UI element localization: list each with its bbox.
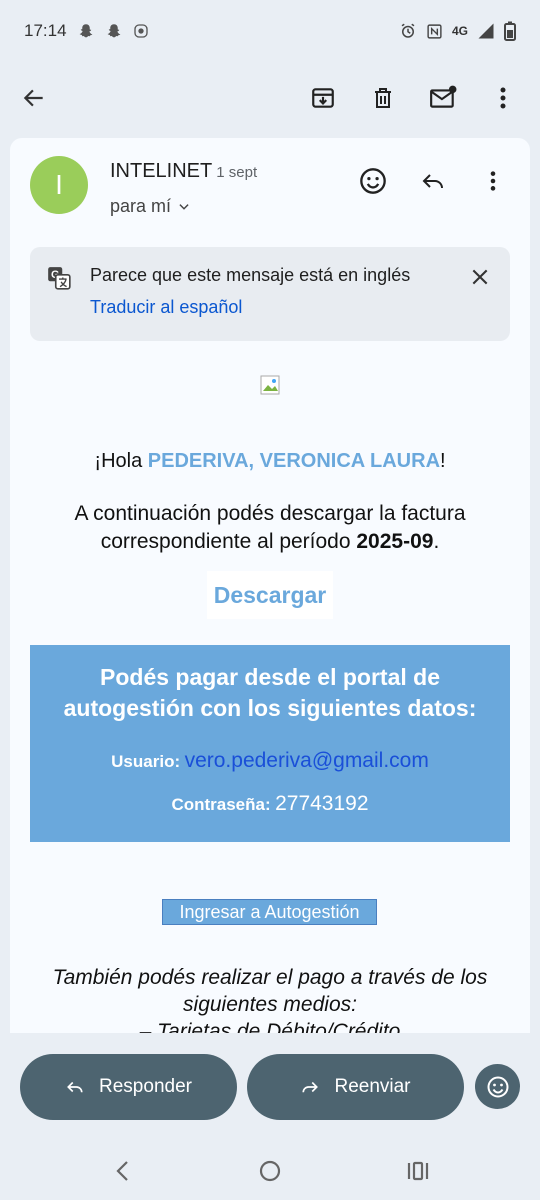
emoji-icon[interactable] xyxy=(356,164,390,198)
user-row: Usuario: vero.pederiva@gmail.com xyxy=(30,749,510,773)
portal-info-box: Podés pagar desde el portal de autogesti… xyxy=(30,645,510,842)
record-icon xyxy=(133,23,149,39)
autogestion-button[interactable]: Ingresar a Autogestión xyxy=(162,899,377,925)
reply-icon xyxy=(65,1078,85,1096)
also-line-3: – Tarjetas de Débito/Crédito xyxy=(139,1020,401,1033)
more-vert-icon[interactable] xyxy=(476,164,510,198)
forward-label: Reenviar xyxy=(334,1076,411,1097)
status-bar: 17:14 4G xyxy=(0,0,540,62)
alarm-icon xyxy=(399,22,417,40)
arrow-back-icon[interactable] xyxy=(14,78,54,118)
system-nav-bar xyxy=(0,1143,540,1200)
recipient-label: para mí xyxy=(110,196,172,216)
bottom-action-bar: Responder Reenviar xyxy=(0,1033,540,1143)
also-line-1: También podés realizar el pago a través … xyxy=(52,966,488,989)
chevron-down-icon xyxy=(177,200,191,214)
intro-line-2-wrap: correspondiente al período 2025-09. xyxy=(30,528,510,556)
snapchat-icon xyxy=(105,22,123,40)
portal-title-line-2: autogestión con los siguientes datos: xyxy=(63,695,477,721)
sender-line: INTELINET 1 sept xyxy=(110,160,257,183)
more-vert-icon[interactable] xyxy=(484,79,522,117)
payment-methods-text: También podés realizar el pago a través … xyxy=(20,964,520,1033)
portal-title: Podés pagar desde el portal de autogesti… xyxy=(40,662,500,724)
password-value: 27743192 xyxy=(275,792,369,815)
nfc-icon xyxy=(426,23,443,40)
archive-icon[interactable] xyxy=(304,79,342,117)
nav-home-icon[interactable] xyxy=(256,1157,284,1185)
status-time: 17:14 xyxy=(24,21,67,40)
forward-button[interactable]: Reenviar xyxy=(247,1054,464,1120)
greeting-prefix: ¡Hola xyxy=(94,450,148,472)
emoji-reaction-button[interactable] xyxy=(475,1064,520,1109)
customer-name: PEDERIVA, VERONICA LAURA xyxy=(147,450,441,472)
mark-unread-icon[interactable] xyxy=(424,79,462,117)
intro-text: A continuación podés descargar la factur… xyxy=(30,500,510,556)
broken-image-icon xyxy=(260,375,280,395)
greeting-suffix: ! xyxy=(440,450,446,472)
reply-label: Responder xyxy=(99,1076,192,1097)
recipient-toggle[interactable]: para mí xyxy=(110,196,191,217)
intro-end: . xyxy=(433,530,440,553)
translate-banner: G Parece que este mensaje está en inglés… xyxy=(30,247,510,341)
user-email-link[interactable]: vero.pederiva@gmail.com xyxy=(185,749,429,772)
avatar[interactable]: I xyxy=(30,156,88,214)
forward-icon xyxy=(300,1078,320,1096)
nav-back-icon[interactable] xyxy=(108,1157,136,1185)
password-label: Contraseña: xyxy=(171,795,271,814)
nav-recents-icon[interactable] xyxy=(404,1157,432,1185)
download-button[interactable]: Descargar xyxy=(207,571,333,619)
snapchat-icon xyxy=(77,22,95,40)
sender-name[interactable]: INTELINET xyxy=(110,160,212,182)
intro-line-1: A continuación podés descargar la factur… xyxy=(74,502,466,525)
delete-icon[interactable] xyxy=(364,79,402,117)
sender-header: I INTELINET 1 sept para mí xyxy=(30,156,520,218)
emoji-icon xyxy=(486,1075,510,1099)
portal-title-line-1: Podés pagar desde el portal de xyxy=(100,664,440,690)
email-toolbar xyxy=(0,62,540,134)
billing-period: 2025-09 xyxy=(356,530,434,553)
greeting: ¡Hola PEDERIVA, VERONICA LAURA! xyxy=(10,450,530,473)
close-icon[interactable] xyxy=(466,263,494,291)
user-label: Usuario: xyxy=(111,752,181,771)
translate-message: Parece que este mensaje está en inglés xyxy=(90,265,411,285)
intro-line-2: correspondiente al período xyxy=(100,530,357,553)
email-card: I INTELINET1 sept para mí G Parece que xyxy=(10,138,530,1033)
password-row: Contraseña: 27743192 xyxy=(30,792,510,816)
also-line-2: siguientes medios: xyxy=(183,993,357,1016)
email-date: 1 sept xyxy=(216,164,258,181)
battery-icon xyxy=(504,21,516,41)
translate-link[interactable]: Traducir al español xyxy=(90,297,242,318)
translate-icon: G xyxy=(46,265,72,291)
signal-icon xyxy=(477,22,495,40)
reply-icon[interactable] xyxy=(416,164,450,198)
network-label: 4G xyxy=(451,24,468,38)
reply-button[interactable]: Responder xyxy=(20,1054,237,1120)
